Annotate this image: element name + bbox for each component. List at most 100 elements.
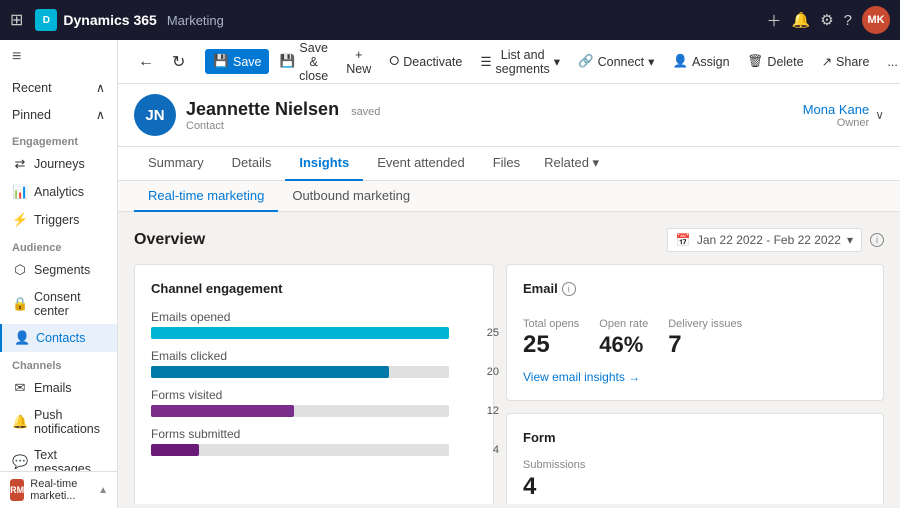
help-icon[interactable]: ? [844, 12, 852, 29]
avatar[interactable]: MK [862, 6, 890, 34]
main-content: Overview 📅 Jan 22 2022 - Feb 22 2022 ▾ i… [118, 212, 900, 504]
push-icon: 🔔 [12, 414, 28, 430]
entity-type: Contact [186, 120, 380, 132]
sidebar-item-consent[interactable]: 🔒 Consent center [0, 284, 117, 324]
owner-chevron-icon[interactable]: ∨ [875, 108, 884, 122]
consent-icon: 🔒 [12, 296, 28, 312]
channel-engagement-card: Channel engagement Emails opened 25 [134, 264, 494, 504]
connect-button[interactable]: 🔗 Connect ▾ [570, 49, 662, 74]
total-opens-label: Total opens [523, 318, 579, 330]
back-button[interactable]: ← [130, 47, 162, 77]
tab-files[interactable]: Files [479, 147, 534, 181]
deactivate-button[interactable]: ⭘ Deactivate [381, 49, 470, 74]
sidebar-item-triggers[interactable]: ⚡ Triggers [0, 206, 117, 234]
entity-header-left: JN Jeannette Nielsen saved Contact [134, 94, 380, 136]
bottom-bar-chevron: ▲ [98, 485, 108, 496]
d365-logo: D [35, 9, 57, 31]
date-chevron-icon: ▾ [847, 233, 853, 247]
bar-forms-visited-value: 12 [487, 405, 499, 417]
email-stats: Total opens 25 Open rate 46% Delivery is… [523, 318, 867, 358]
audience-section-label: Audience [0, 234, 117, 256]
contacts-label: Contacts [36, 331, 105, 345]
tab-details[interactable]: Details [218, 147, 286, 181]
save-close-button[interactable]: 💾 Save & close [271, 40, 336, 88]
sidebar-item-contacts[interactable]: 👤 Contacts [0, 324, 117, 352]
email-info-icon[interactable]: i [562, 282, 576, 296]
save-button[interactable]: 💾 Save [205, 49, 269, 74]
sub-tab-outbound[interactable]: Outbound marketing [278, 181, 424, 212]
tab-event-attended[interactable]: Event attended [363, 147, 478, 181]
bar-emails-opened: Emails opened 25 [151, 310, 477, 339]
bar-forms-submitted: Forms submitted 4 [151, 427, 477, 456]
total-opens-value: 25 [523, 332, 579, 358]
bar-emails-clicked-track [151, 366, 449, 378]
engagement-section-label: Engagement [0, 128, 117, 150]
bar-forms-submitted-fill [151, 444, 199, 456]
delivery-issues-label: Delivery issues [668, 318, 742, 330]
share-button[interactable]: ↗ Share [814, 49, 878, 74]
sub-tab-realtime[interactable]: Real-time marketing [134, 181, 278, 212]
bar-emails-opened-label: Emails opened [151, 310, 477, 324]
push-label: Push notifications [34, 408, 105, 436]
view-email-insights-link[interactable]: View email insights → [523, 370, 867, 384]
sidebar-item-pinned[interactable]: Pinned ∧ [0, 101, 117, 128]
delivery-issues-group: Delivery issues 7 [668, 318, 742, 358]
module-name: Marketing [167, 13, 224, 28]
sidebar-toggle[interactable]: ≡ [0, 40, 117, 74]
list-chevron-icon: ▾ [554, 54, 560, 69]
overview-header: Overview 📅 Jan 22 2022 - Feb 22 2022 ▾ i [134, 228, 884, 252]
entity-header-right: Mona Kane Owner ∨ [803, 102, 884, 129]
journeys-icon: ⇄ [12, 156, 28, 172]
assign-icon: 👤 [672, 54, 688, 69]
pinned-label: Pinned [12, 108, 51, 122]
channels-section-label: Channels [0, 352, 117, 374]
pinned-chevron: ∧ [96, 107, 105, 122]
overview-info-icon[interactable]: i [870, 233, 884, 247]
list-icon: ☰ [480, 54, 491, 69]
save-icon: 💾 [213, 54, 229, 69]
open-rate-value: 46% [599, 332, 648, 358]
list-segments-button[interactable]: ☰ List and segments ▾ [472, 43, 568, 81]
delete-button[interactable]: 🗑 Delete [740, 49, 812, 74]
open-rate-group: Open rate 46% [599, 318, 648, 358]
form-card: Form Submissions 4 View form insights → [506, 413, 884, 504]
total-opens-group: Total opens 25 [523, 318, 579, 358]
new-button[interactable]: + New [338, 43, 379, 81]
sidebar-item-emails[interactable]: ✉ Emails [0, 374, 117, 402]
recent-label: Recent [12, 81, 52, 95]
date-range-picker[interactable]: 📅 Jan 22 2022 - Feb 22 2022 ▾ [667, 228, 862, 252]
form-card-title: Form [523, 430, 867, 445]
bottom-bar[interactable]: RM Real-time marketi... ▲ [0, 471, 118, 508]
bottom-bar-label: Real-time marketi... [30, 478, 92, 502]
assign-button[interactable]: 👤 Assign [664, 49, 737, 74]
tab-summary[interactable]: Summary [134, 147, 218, 181]
sidebar-item-analytics[interactable]: 📊 Analytics [0, 178, 117, 206]
sidebar-item-recent[interactable]: Recent ∧ [0, 74, 117, 101]
owner-name[interactable]: Mona Kane [803, 102, 870, 117]
bar-forms-visited-label: Forms visited [151, 388, 477, 402]
main-area: ← ↻ 💾 Save 💾 Save & close + New ⭘ Deacti… [118, 40, 900, 508]
app-grid-icon[interactable]: ⊞ [10, 10, 23, 30]
tab-insights[interactable]: Insights [285, 147, 363, 181]
sidebar-item-journeys[interactable]: ⇄ Journeys [0, 150, 117, 178]
refresh-button[interactable]: ↻ [164, 46, 193, 78]
bar-forms-visited-track [151, 405, 449, 417]
right-cards-column: Email i Total opens 25 Open rate 46% [506, 264, 884, 504]
tab-related[interactable]: Related ▾ [534, 147, 609, 181]
bar-emails-clicked: Emails clicked 20 [151, 349, 477, 378]
settings-icon[interactable]: ⚙ [820, 11, 833, 29]
main-layout: ≡ Recent ∧ Pinned ∧ Engagement ⇄ Journey… [0, 40, 900, 508]
email-card-header: Email i [523, 281, 867, 310]
bottom-bar-avatar: RM [10, 479, 24, 501]
bell-icon[interactable]: 🔔 [792, 11, 811, 29]
new-icon[interactable]: ＋ [767, 10, 782, 31]
submissions-value: 4 [523, 473, 867, 501]
save-close-icon: 💾 [279, 54, 295, 69]
more-button[interactable]: ... [879, 50, 900, 74]
entity-header: JN Jeannette Nielsen saved Contact Mona … [118, 84, 900, 147]
sidebar-item-segments[interactable]: ⬡ Segments [0, 256, 117, 284]
cards-row: Channel engagement Emails opened 25 [134, 264, 884, 504]
sidebar-item-push[interactable]: 🔔 Push notifications [0, 402, 117, 442]
submissions-label: Submissions [523, 459, 867, 471]
bar-forms-submitted-label: Forms submitted [151, 427, 477, 441]
